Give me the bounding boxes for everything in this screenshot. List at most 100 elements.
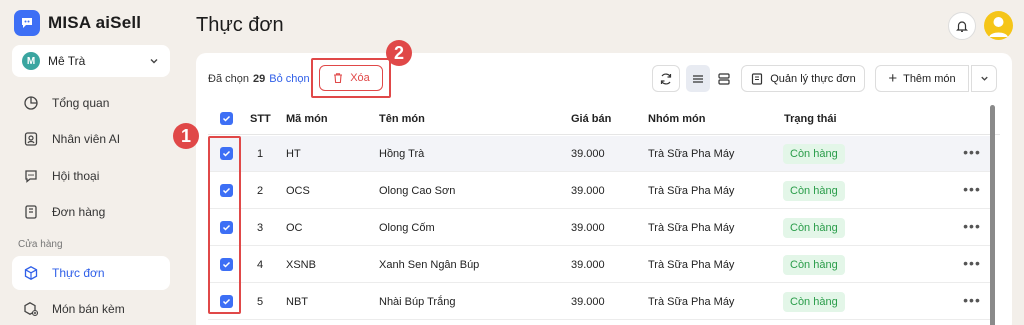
store-avatar: M	[22, 52, 40, 70]
nav-item-label: Thực đơn	[52, 266, 105, 280]
add-item-button[interactable]: + Thêm món	[875, 65, 969, 92]
table-row[interactable]: 2 OCS Olong Cao Sơn 39.000 Trà Sữa Pha M…	[208, 173, 992, 209]
nav-item-label: Món bán kèm	[52, 302, 125, 316]
list-icon	[693, 74, 703, 83]
cell-group: Trà Sữa Pha Máy	[648, 222, 735, 234]
nav-item-label: Tổng quan	[52, 96, 110, 110]
bell-icon	[956, 21, 968, 32]
cell-group: Trà Sữa Pha Máy	[648, 296, 735, 308]
list-view-button[interactable]	[686, 65, 710, 92]
box-plus-icon	[22, 300, 40, 318]
page-title: Thực đơn	[196, 14, 284, 36]
table-header: STT Mã món Tên món Giá bán Nhóm món Trạn…	[208, 103, 1000, 135]
column-header-code: Mã món	[286, 113, 328, 125]
brand-logo-icon	[14, 10, 40, 36]
cell-group: Trà Sữa Pha Máy	[648, 259, 735, 271]
add-item-label: Thêm món	[903, 72, 956, 85]
box-icon	[22, 264, 40, 282]
cell-name: Hồng Trà	[379, 148, 425, 160]
cell-price: 39.000	[571, 222, 605, 234]
view-toggle	[686, 65, 736, 92]
selected-prefix: Đã chọn	[208, 73, 249, 85]
cell-code: OCS	[286, 185, 310, 197]
user-icon	[989, 17, 1008, 37]
cell-stt: 2	[257, 185, 264, 197]
nav-item-conversations[interactable]: Hội thoại	[12, 159, 170, 193]
user-avatar[interactable]	[984, 11, 1013, 40]
manage-menu-label: Quản lý thực đơn	[770, 72, 856, 85]
order-icon	[22, 203, 40, 221]
cell-stt: 3	[257, 222, 264, 234]
more-options-icon[interactable]: •••	[960, 253, 984, 273]
sidebar: MISA aiSell M Mê Trà Tổng quan Nhân viên…	[0, 0, 182, 325]
more-options-icon[interactable]: •••	[960, 142, 984, 162]
column-header-price: Giá bán	[571, 113, 612, 125]
cell-stt: 1	[257, 148, 264, 160]
check-icon	[222, 115, 231, 122]
nav-item-label: Nhân viên AI	[52, 132, 121, 146]
column-header-name: Tên món	[379, 113, 425, 125]
cell-code: OC	[286, 222, 303, 234]
grid-view-button[interactable]	[712, 65, 736, 92]
cell-price: 39.000	[571, 259, 605, 271]
table-row[interactable]: 4 XSNB Xanh Sen Ngân Búp 39.000 Trà Sữa …	[208, 247, 992, 283]
column-header-status: Trạng thái	[784, 113, 837, 125]
refresh-button[interactable]	[652, 65, 680, 92]
nav-item-side-dishes[interactable]: Món bán kèm	[12, 292, 170, 325]
cell-stt: 5	[257, 296, 264, 308]
nav-item-menu[interactable]: Thực đơn	[12, 256, 170, 290]
brand-name: MISA aiSell	[48, 13, 142, 32]
cell-price: 39.000	[571, 296, 605, 308]
column-header-stt: STT	[250, 113, 271, 125]
annotation-highlight-checkboxes	[208, 136, 241, 314]
store-name: Mê Trà	[48, 54, 86, 68]
section-label-store: Cửa hàng	[18, 239, 63, 250]
table-row[interactable]: 1 HT Hồng Trà 39.000 Trà Sữa Pha Máy Còn…	[208, 136, 992, 172]
menu-book-icon	[752, 72, 763, 85]
cell-name: Olong Cốm	[379, 222, 435, 234]
grid-icon	[718, 72, 730, 85]
menu-table-card: Đã chọn 29 Bỏ chọn Xóa 2 Quản lý thực đơ…	[196, 40, 1012, 325]
cell-name: Nhài Búp Trắng	[379, 296, 456, 308]
nav-item-overview[interactable]: Tổng quan	[12, 86, 170, 120]
nav-item-label: Hội thoại	[52, 169, 100, 183]
manage-menu-button[interactable]: Quản lý thực đơn	[741, 65, 865, 92]
status-badge: Còn hàng	[783, 255, 845, 275]
status-badge: Còn hàng	[783, 144, 845, 164]
cell-price: 39.000	[571, 185, 605, 197]
nav-item-orders[interactable]: Đơn hàng	[12, 195, 170, 229]
cell-name: Xanh Sen Ngân Búp	[379, 259, 480, 271]
more-options-icon[interactable]: •••	[960, 179, 984, 199]
store-select[interactable]: M Mê Trà	[12, 45, 170, 77]
status-badge: Còn hàng	[783, 292, 845, 312]
annotation-marker-2: 2	[386, 40, 412, 66]
table-scrollbar[interactable]	[990, 105, 995, 325]
notification-button[interactable]	[948, 12, 976, 40]
more-options-icon[interactable]: •••	[960, 216, 984, 236]
table-row[interactable]: 3 OC Olong Cốm 39.000 Trà Sữa Pha Máy Cò…	[208, 210, 992, 246]
selection-info: Đã chọn 29 Bỏ chọn	[208, 73, 310, 85]
selected-count: 29	[252, 73, 266, 85]
add-item-dropdown[interactable]	[971, 65, 997, 92]
cell-group: Trà Sữa Pha Máy	[648, 148, 735, 160]
plus-icon: +	[888, 70, 898, 87]
column-header-group: Nhóm món	[648, 113, 706, 125]
annotation-marker-1: 1	[173, 123, 199, 149]
nav-item-ai-staff[interactable]: Nhân viên AI	[12, 122, 170, 156]
cell-group: Trà Sữa Pha Máy	[648, 185, 735, 197]
pie-chart-icon	[22, 94, 40, 112]
cell-code: XSNB	[286, 259, 316, 271]
more-options-icon[interactable]: •••	[960, 290, 984, 310]
deselect-link[interactable]: Bỏ chọn	[269, 73, 309, 85]
cell-price: 39.000	[571, 148, 605, 160]
refresh-icon	[660, 73, 672, 84]
table-row[interactable]: 5 NBT Nhài Búp Trắng 39.000 Trà Sữa Pha …	[208, 284, 992, 320]
chat-icon	[22, 167, 40, 185]
chevron-down-icon	[980, 76, 988, 81]
cell-code: HT	[286, 148, 301, 160]
status-badge: Còn hàng	[783, 181, 845, 201]
select-all-checkbox[interactable]	[220, 112, 233, 125]
person-badge-icon	[22, 130, 40, 148]
cell-code: NBT	[286, 296, 308, 308]
brand[interactable]: MISA aiSell	[14, 10, 141, 36]
